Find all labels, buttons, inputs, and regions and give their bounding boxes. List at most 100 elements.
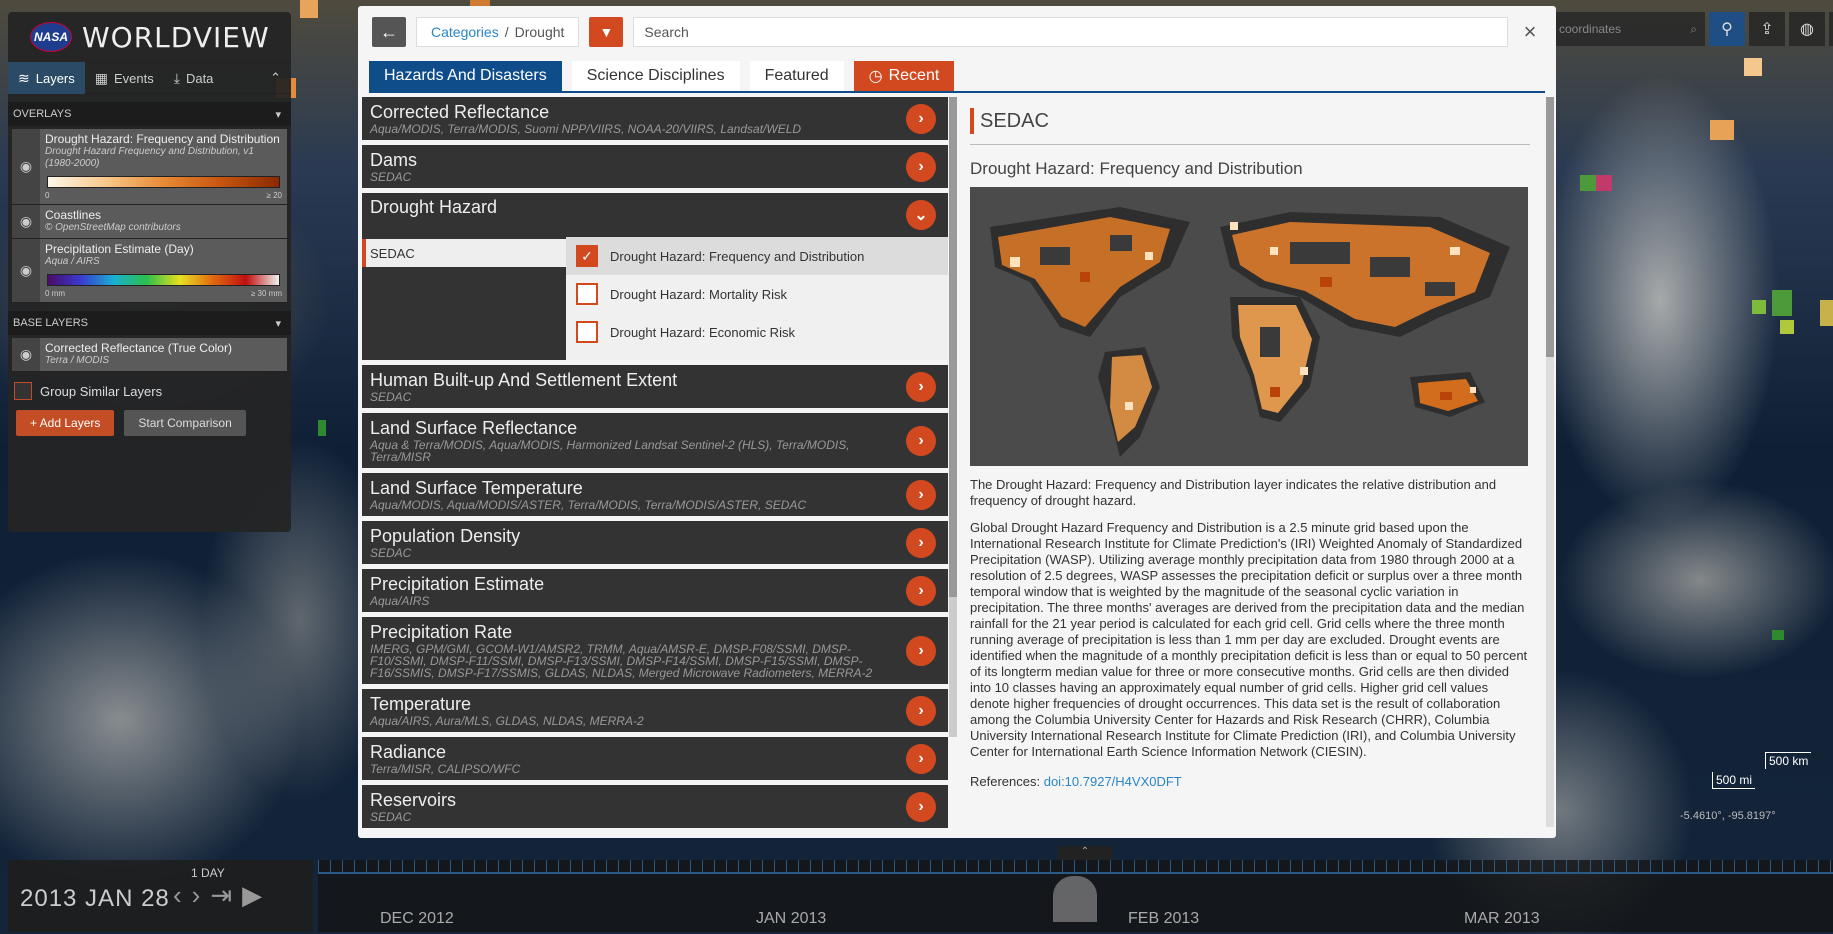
layer-row[interactable]: ◉ Coastlines © OpenStreetMap contributor… <box>12 205 287 239</box>
eye-icon[interactable]: ◉ <box>12 338 40 371</box>
references-link[interactable]: doi:10.7927/H4VX0DFT <box>1044 774 1182 789</box>
category-item[interactable]: Radiance Terra/MISR, CALIPSO/WFC › <box>362 737 948 780</box>
layer-title: Corrected Reflectance (True Color) <box>45 341 232 355</box>
category-item[interactable]: Population Density SEDAC › <box>362 521 948 564</box>
category-item[interactable]: Precipitation Rate IMERG, GPM/GMI, GCOM-W… <box>362 617 948 684</box>
measurement-checkbox[interactable]: ✓ <box>576 245 598 267</box>
source-list: SEDAC <box>362 237 566 360</box>
chevron-right-icon[interactable]: › <box>906 635 936 666</box>
info-button[interactable]: i <box>1829 12 1833 46</box>
tab-label: Events <box>114 70 154 86</box>
category-scrollbar[interactable] <box>949 97 957 737</box>
chevron-right-icon[interactable]: › <box>906 575 936 606</box>
measurement-checkbox[interactable] <box>576 283 598 305</box>
location-pin-button[interactable]: ⚲ <box>1709 12 1745 46</box>
filter-button[interactable]: ▼ <box>589 17 624 47</box>
map-tile <box>1710 120 1734 140</box>
legend-min: 0 mm <box>45 289 65 298</box>
chevron-right-icon[interactable]: › <box>906 371 936 402</box>
category-item[interactable]: Reservoirs SEDAC › <box>362 785 948 828</box>
category-item[interactable]: Temperature Aqua/AIRS, Aura/MLS, GLDAS, N… <box>362 689 948 732</box>
base-layers-header[interactable]: BASE LAYERS ▾ <box>8 311 291 335</box>
chevron-down-icon[interactable]: ⌄ <box>906 200 936 230</box>
close-button[interactable]: × <box>1518 19 1542 45</box>
back-button[interactable]: ← <box>372 17 406 47</box>
chevron-right-icon[interactable]: › <box>906 743 936 774</box>
timeline-expand-button[interactable]: ⌃ <box>1058 846 1112 860</box>
tab-data[interactable]: ⤓ Data <box>164 62 224 94</box>
eye-icon[interactable]: ◉ <box>12 239 40 302</box>
measurement-item[interactable]: Drought Hazard: Mortality Risk <box>566 275 948 313</box>
layer-subtitle: © OpenStreetMap contributors <box>45 222 181 233</box>
collapse-sidebar-button[interactable]: ⌃ <box>260 62 291 94</box>
timeline-axis[interactable]: DEC 2012 JAN 2013 FEB 2013 MAR 2013 <box>318 860 1833 932</box>
overlays-header[interactable]: OVERLAYS ▾ <box>8 102 291 126</box>
start-comparison-button[interactable]: Start Comparison <box>124 410 246 436</box>
search-input[interactable]: Search <box>633 17 1508 47</box>
chevron-right-icon[interactable]: › <box>906 527 936 558</box>
skip-to-end-icon[interactable]: ⇥ <box>210 880 232 911</box>
projection-button[interactable]: ◍ <box>1789 12 1825 46</box>
measurement-item[interactable]: Drought Hazard: Economic Risk <box>566 313 948 351</box>
add-layers-button[interactable]: + Add Layers <box>16 410 115 436</box>
scrollbar-thumb[interactable] <box>1546 97 1554 357</box>
category-item[interactable]: Precipitation Estimate Aqua/AIRS › <box>362 569 948 612</box>
category-group: Corrected Reflectance Aqua/MODIS, Terra/M… <box>362 97 948 188</box>
legend-colorbar[interactable] <box>47 176 280 188</box>
eye-icon[interactable]: ◉ <box>12 205 40 238</box>
layer-row[interactable]: ◉ Drought Hazard: Frequency and Distribu… <box>12 129 287 205</box>
layer-row[interactable]: ◉ Precipitation Estimate (Day) Aqua / AI… <box>12 239 287 303</box>
category-item[interactable]: Land Surface Reflectance Aqua & Terra/MOD… <box>362 413 948 468</box>
chevron-left-icon[interactable]: ‹ <box>173 880 182 911</box>
tab-layers[interactable]: ≋ Layers <box>8 62 85 94</box>
breadcrumb-categories[interactable]: Categories <box>431 24 499 40</box>
chevron-right-icon[interactable]: › <box>906 695 936 726</box>
chevron-right-icon[interactable]: › <box>906 791 936 822</box>
month-year: 2013 <box>1163 910 1200 927</box>
globe-icon: ◍ <box>1800 21 1814 38</box>
share-button[interactable]: ⇪ <box>1749 12 1785 46</box>
group-similar-layers[interactable]: Group Similar Layers <box>8 372 291 410</box>
measurement-checkbox[interactable] <box>576 321 598 343</box>
sidebar-buttons: + Add Layers Start Comparison <box>8 410 291 436</box>
chevron-right-icon[interactable]: › <box>906 425 936 456</box>
category-item[interactable]: Dams SEDAC › <box>362 145 948 188</box>
measurement-item[interactable]: ✓ Drought Hazard: Frequency and Distribut… <box>566 237 948 275</box>
layer-row[interactable]: ◉ Corrected Reflectance (True Color) Ter… <box>12 338 287 372</box>
scrollbar-thumb[interactable] <box>949 97 957 597</box>
category-expanded-panel: SEDAC ✓ Drought Hazard: Frequency and Dis… <box>362 237 948 360</box>
source-item-sedac[interactable]: SEDAC <box>362 239 566 267</box>
chevron-right-icon[interactable]: › <box>906 479 936 510</box>
detail-body: Global Drought Hazard Frequency and Dist… <box>970 520 1528 759</box>
chevron-right-icon[interactable]: › <box>906 151 936 182</box>
breadcrumb-current: Drought <box>514 24 565 40</box>
map-pin-icon: ⚲ <box>1721 21 1733 38</box>
chevron-right-icon[interactable]: › <box>906 103 936 134</box>
legend-colorbar[interactable] <box>47 274 280 286</box>
category-drought-hazard[interactable]: Drought Hazard ⌄ <box>362 193 948 237</box>
eye-icon[interactable]: ◉ <box>12 129 40 204</box>
video-camera-icon[interactable]: ▶ <box>242 880 262 911</box>
chevron-right-icon[interactable]: › <box>192 880 201 911</box>
app-logo[interactable]: NASA WORLDVIEW <box>8 12 291 62</box>
tab-recent[interactable]: ◷ Recent <box>853 61 955 91</box>
category-item[interactable]: Human Built-up And Settlement Extent SEDA… <box>362 365 948 408</box>
group-checkbox[interactable] <box>14 382 32 400</box>
add-layers-modal: ← Categories / Drought ▼ Search × Hazard… <box>358 6 1556 838</box>
category-title: Land Surface Temperature <box>370 478 583 498</box>
category-item[interactable]: Land Surface Temperature Aqua/MODIS, Aqua… <box>362 473 948 516</box>
tab-hazards-and-disasters[interactable]: Hazards And Disasters <box>369 61 562 91</box>
interval-label[interactable]: 1 DAY <box>191 866 225 880</box>
map-tile <box>300 0 318 18</box>
tab-science-disciplines[interactable]: Science Disciplines <box>571 61 740 91</box>
tab-featured[interactable]: Featured <box>749 61 844 91</box>
month-name: FEB <box>1128 910 1160 927</box>
layer-subtitle: Drought Hazard Frequency and Distributio… <box>45 146 254 169</box>
current-date[interactable]: 2013 JAN 28 <box>20 885 170 913</box>
detail-scrollbar[interactable] <box>1546 97 1554 827</box>
map-tile <box>1772 290 1792 316</box>
coordinate-search-input[interactable]: er coordinates ⌕ <box>1535 12 1705 46</box>
timeline-drag-handle[interactable] <box>1053 876 1097 922</box>
tab-events[interactable]: ▦ Events <box>85 62 164 94</box>
category-item[interactable]: Corrected Reflectance Aqua/MODIS, Terra/M… <box>362 97 948 140</box>
